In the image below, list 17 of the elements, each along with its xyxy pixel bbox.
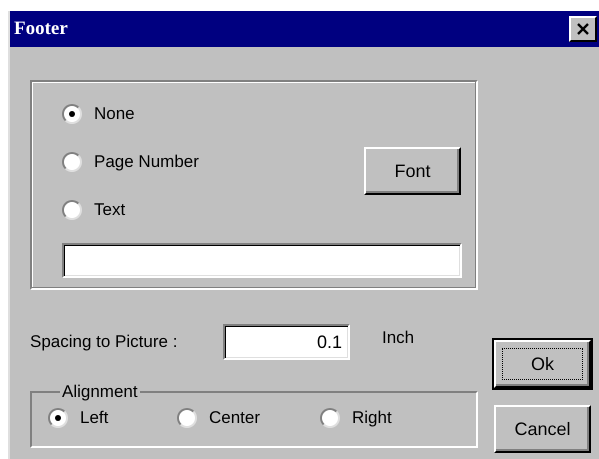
spacing-label: Spacing to Picture : <box>30 332 178 352</box>
radio-button[interactable]: Center <box>177 406 320 430</box>
cancel-button[interactable]: Cancel <box>494 405 591 453</box>
ok-button[interactable]: Ok <box>494 340 591 388</box>
radio-button[interactable]: Left <box>48 406 177 430</box>
group-title: Alignment <box>61 382 139 402</box>
spacing-input-field[interactable]: 0.1 <box>223 324 350 360</box>
unit-label: Inch <box>382 328 414 348</box>
radio-button[interactable]: Right <box>320 406 476 430</box>
window-title: Footer <box>14 18 68 40</box>
radio-button[interactable]: Page Number <box>62 150 199 174</box>
radio-button[interactable]: Text <box>62 198 199 222</box>
font-button[interactable]: Font <box>364 147 461 195</box>
close-button[interactable] <box>569 16 597 42</box>
text-input-field[interactable] <box>62 243 462 278</box>
close-icon <box>576 23 590 35</box>
radio-button[interactable]: None <box>62 102 199 126</box>
